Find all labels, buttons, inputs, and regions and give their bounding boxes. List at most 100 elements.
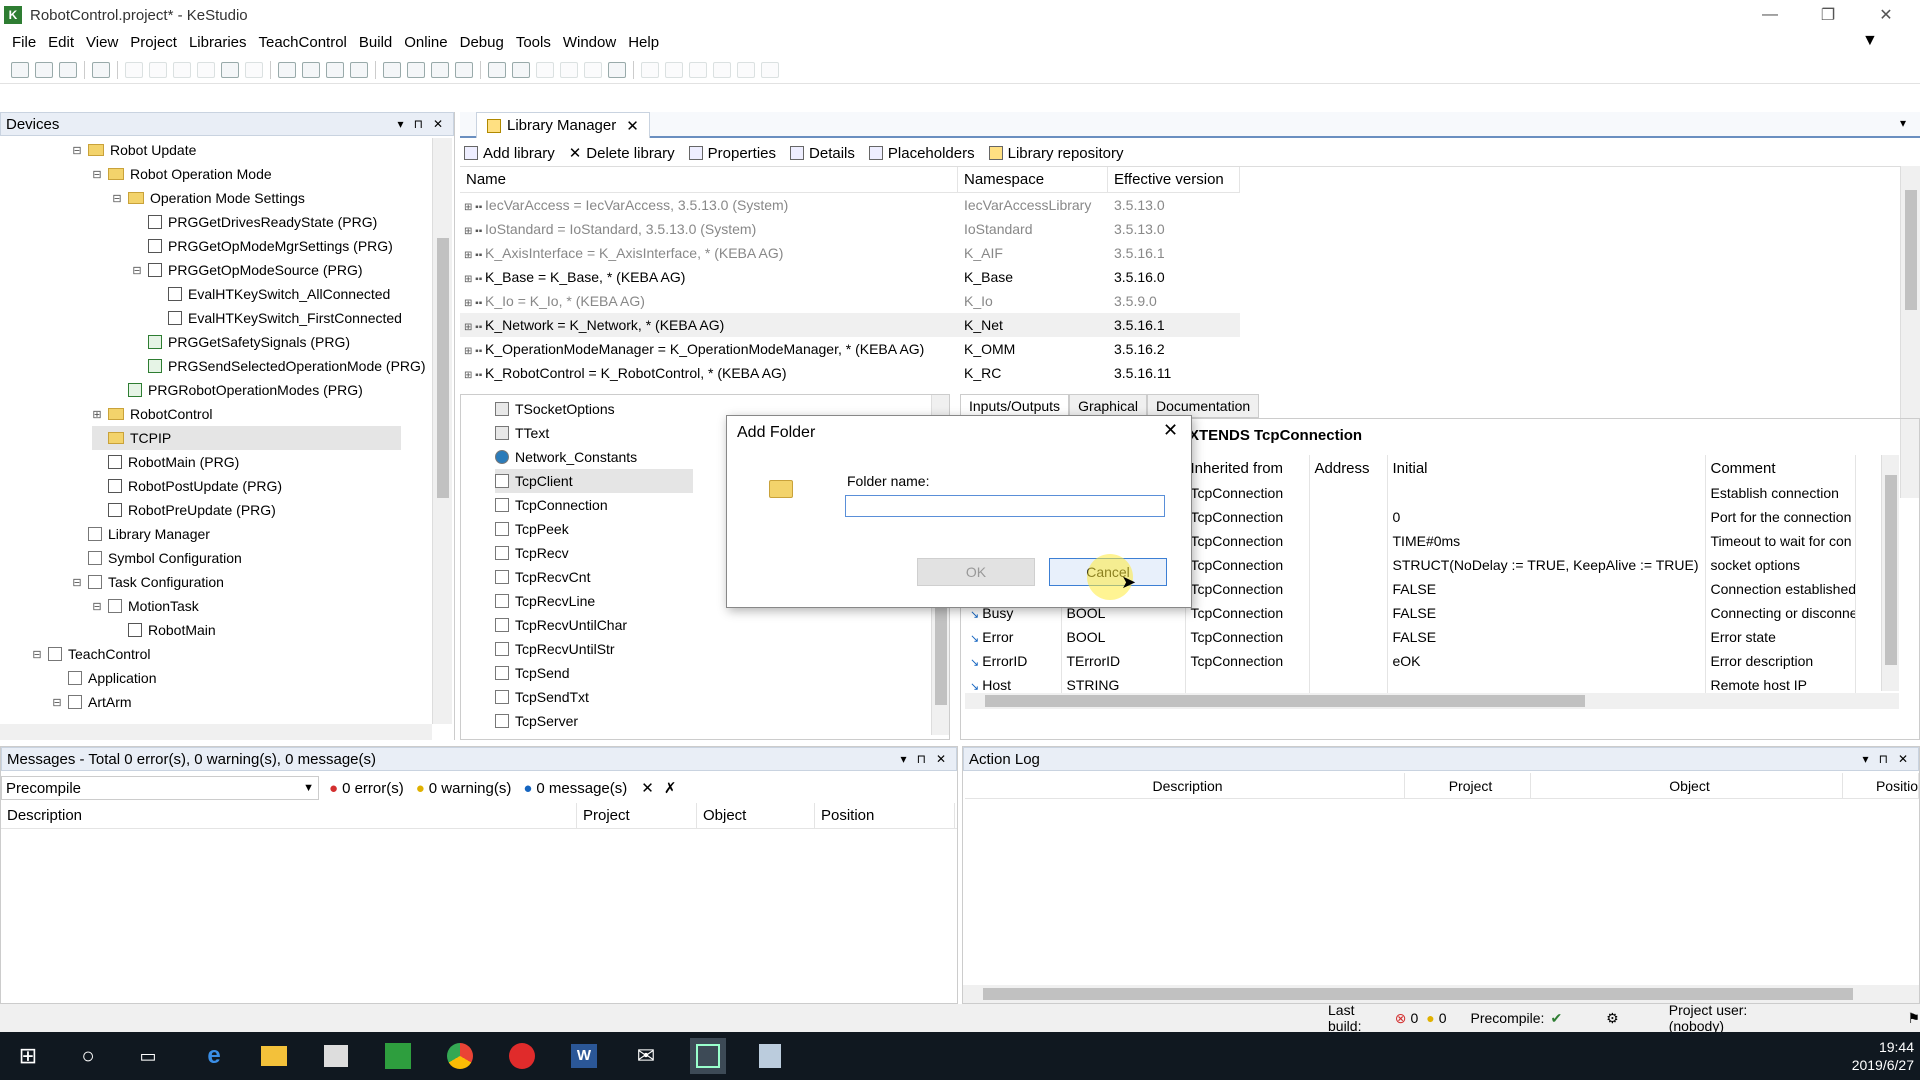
ok-button[interactable]: OK [917,558,1035,586]
devices-tree-item[interactable]: PRGSendSelectedOperationMode (PRG) [132,354,426,378]
select-all-icon[interactable] [383,61,401,78]
app-green-icon[interactable] [380,1038,416,1074]
devices-tree-item[interactable]: ⊟ Robot Operation Mode [92,162,271,186]
col-name[interactable]: Name [460,167,958,192]
reset-icon[interactable] [584,61,602,78]
expand-icon[interactable]: ⊞ ▪▪ [464,370,485,381]
col-effective-version[interactable]: Effective version [1108,167,1240,192]
expand-icon[interactable]: ⊞ ▪▪ [464,226,485,237]
word-icon[interactable]: W [566,1038,602,1074]
devices-tree-item[interactable]: RobotMain (PRG) [92,450,239,474]
io-hscrollbar[interactable] [965,693,1899,709]
replace-icon[interactable] [302,61,320,78]
run-to-cursor-icon[interactable] [713,61,731,78]
menu-window[interactable]: Window [563,34,616,51]
io-row[interactable]: ↘ Error BOOL TcpConnection FALSE Error state [965,625,1856,649]
tree-expander-icon[interactable]: ⊟ [112,192,122,205]
expand-icon[interactable]: ⊞ ▪▪ [464,250,485,261]
devices-tree-item[interactable]: ⊟ TeachControl [32,642,150,666]
menu-build[interactable]: Build [359,34,392,51]
menu-help[interactable]: Help [628,34,659,51]
tree-expander-icon[interactable]: ⊟ [132,264,142,277]
devices-tree-item[interactable]: TCPIP [92,426,402,450]
devices-tree-item[interactable]: Symbol Configuration [72,546,242,570]
rebuild-icon[interactable] [431,61,449,78]
io-row[interactable]: ↘ ErrorID TErrorID TcpConnection eOK Error d… [965,649,1856,673]
expand-icon[interactable]: ⊞ ▪▪ [464,274,485,285]
build-icon[interactable] [407,61,425,78]
scrollbar-thumb[interactable] [1885,475,1897,665]
col-initial[interactable]: Initial [1387,455,1706,481]
menu-view[interactable]: View [86,34,118,51]
tree-expander-icon[interactable]: ⊟ [32,648,42,661]
menu-tools[interactable]: Tools [516,34,551,51]
col-position[interactable]: Position [815,803,955,828]
devices-tree-item[interactable]: PRGGetDrivesReadyState (PRG) [132,210,377,234]
scrollbar-thumb[interactable] [983,988,1853,1000]
restore-button[interactable]: ❐ [1800,0,1856,30]
library-item[interactable]: TcpRecvCnt [495,565,590,589]
step-into-icon[interactable] [665,61,683,78]
menu-teachcontrol[interactable]: TeachControl [259,34,347,51]
login-icon[interactable] [488,61,506,78]
library-item[interactable]: TcpConnection [495,493,608,517]
details-button[interactable]: Details [790,145,855,162]
redo-icon[interactable] [149,61,167,78]
logout-icon[interactable] [512,61,530,78]
devices-tree-item[interactable]: PRGGetSafetySignals (PRG) [132,330,350,354]
menu-online[interactable]: Online [404,34,447,51]
action-log-hscrollbar[interactable] [963,985,1919,1003]
expand-icon[interactable]: ⊞ ▪▪ [464,322,485,333]
devices-tree-item[interactable]: Library Manager [72,522,210,546]
start-icon[interactable] [536,61,554,78]
notification-icon[interactable]: ⚑ [1907,1010,1920,1027]
col-address[interactable]: Address [1309,455,1388,481]
save-icon[interactable] [59,61,77,78]
col-object[interactable]: Object [1531,773,1843,798]
library-item[interactable]: TcpServer [495,709,578,733]
scrollbar-thumb[interactable] [437,238,449,498]
undo-icon[interactable] [125,61,143,78]
library-item[interactable]: TcpClient [495,469,693,493]
devices-tree-item[interactable]: EvalHTKeySwitch_AllConnected [152,282,390,306]
library-item[interactable]: TcpSendTxt [495,685,589,709]
devices-tree-item[interactable]: PRGRobotOperationModes (PRG) [112,378,363,402]
delete-icon[interactable] [245,61,263,78]
library-item[interactable]: TcpRecvUntilStr [495,637,615,661]
breakpoint-icon[interactable] [608,61,626,78]
devices-tree-item[interactable]: Application [52,666,157,690]
project-settings-icon[interactable]: ⚙ [1606,1010,1619,1027]
col-position[interactable]: Positio [1843,773,1919,798]
minimize-button[interactable]: — [1742,0,1798,30]
devices-tree-item[interactable]: ⊟ ArtArm [52,690,131,714]
bookmark-icon[interactable] [326,61,344,78]
messages-toggle[interactable]: ● 0 message(s) [523,780,627,797]
menu-debug[interactable]: Debug [460,34,504,51]
tree-expander-icon[interactable]: ⊞ [92,408,102,421]
col-description[interactable]: Description [1,803,577,828]
scrollbar-thumb[interactable] [985,695,1585,707]
tab-library-manager[interactable]: Library Manager ✕ [476,112,650,138]
show-current-icon[interactable] [761,61,779,78]
step-out-icon[interactable] [689,61,707,78]
devices-tree-item[interactable]: PRGGetOpModeMgrSettings (PRG) [132,234,393,258]
folder-name-input[interactable] [845,495,1165,517]
expand-icon[interactable]: ⊞ ▪▪ [464,298,485,309]
message-filter-select[interactable]: Precompile ▼ [1,776,319,800]
print-icon[interactable] [92,61,110,78]
mail-icon[interactable]: ✉ [628,1038,664,1074]
library-item[interactable]: Network_Constants [495,445,637,469]
open-icon[interactable] [35,61,53,78]
library-repository-button[interactable]: Library repository [988,145,1124,162]
library-item[interactable]: TcpRecvLine [495,589,595,613]
menu-libraries[interactable]: Libraries [189,34,247,51]
dialog-close-button[interactable]: ✕ [1163,420,1178,441]
search-icon[interactable]: ○ [70,1038,106,1074]
col-description[interactable]: Description [965,773,1405,798]
close-window-button[interactable]: ✕ [1858,0,1914,30]
delete-library-button[interactable]: ✕ Delete library [569,144,675,163]
generate-icon[interactable] [455,61,473,78]
clock[interactable]: 19:44 2019/6/27 [1820,1038,1914,1074]
expand-icon[interactable]: ⊞ ▪▪ [464,202,485,213]
menu-file[interactable]: File [12,34,36,51]
